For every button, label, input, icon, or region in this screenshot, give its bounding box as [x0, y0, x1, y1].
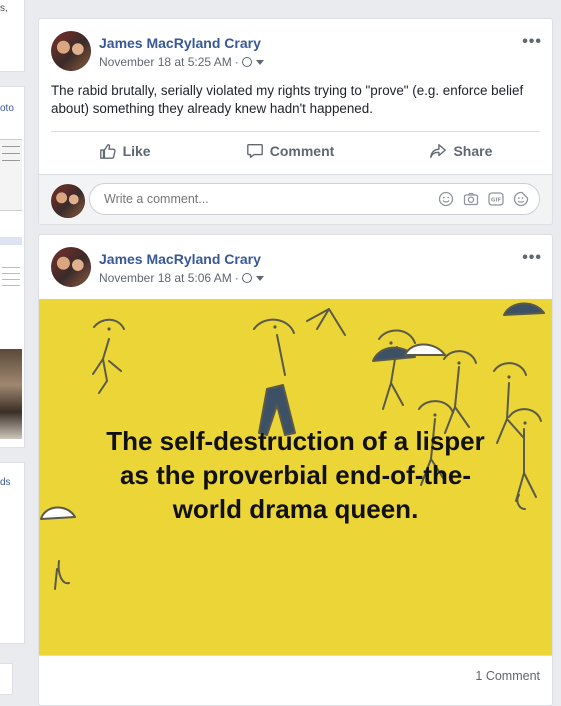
left-thumbnail-blue[interactable]: [0, 237, 22, 245]
post-meta: November 18 at 5:06 AM ·: [99, 271, 264, 285]
like-label: Like: [122, 143, 151, 159]
post-text: The rabid brutally, serially violated my…: [51, 83, 524, 116]
globe-icon[interactable]: [241, 273, 252, 283]
author-avatar[interactable]: [51, 247, 91, 287]
globe-icon[interactable]: [241, 57, 252, 67]
image-caption-line: as the proverbial end-of-the-: [119, 460, 472, 490]
camera-icon[interactable]: [463, 191, 479, 207]
more-options-icon[interactable]: •••: [522, 250, 542, 266]
share-button[interactable]: Share: [429, 142, 492, 160]
post-image[interactable]: The self-destruction of a lisper as the …: [39, 299, 552, 655]
left-thumbnail-photo[interactable]: [0, 349, 22, 439]
author-name[interactable]: James MacRyland Crary: [99, 251, 261, 267]
viewer-avatar[interactable]: [51, 184, 85, 218]
more-options-icon[interactable]: •••: [522, 34, 542, 50]
divider: [51, 131, 540, 132]
image-caption-line: The self-destruction of a lisper: [106, 426, 485, 456]
post-timestamp[interactable]: November 18 at 5:06 AM: [99, 271, 232, 285]
post-meta: November 18 at 5:25 AM ·: [99, 55, 264, 69]
comment-composer: GIF: [39, 174, 552, 224]
left-thumbnail-text[interactable]: [0, 262, 22, 312]
comment-input[interactable]: [102, 191, 406, 207]
like-button[interactable]: Like: [99, 142, 151, 160]
author-avatar[interactable]: [51, 31, 91, 71]
post-card: James MacRyland Crary November 18 at 5:2…: [38, 18, 553, 225]
smiley-icon[interactable]: [438, 191, 454, 207]
chevron-down-icon[interactable]: [255, 59, 264, 65]
left-box-photos: oto: [0, 86, 25, 448]
left-fragment-top: s,: [0, 3, 8, 14]
comment-tools: GIF: [438, 191, 529, 207]
post-footer: 1 Comment: [39, 655, 552, 696]
left-thumbnail-doc[interactable]: [0, 139, 22, 211]
share-arrow-icon: [430, 144, 447, 158]
comment-button[interactable]: Comment: [246, 142, 335, 160]
left-fragment-photo[interactable]: oto: [0, 103, 14, 114]
comments-count-link[interactable]: 1 Comment: [475, 669, 540, 683]
comment-label: Comment: [269, 143, 335, 159]
chevron-down-icon[interactable]: [255, 275, 264, 281]
sticker-icon[interactable]: [513, 191, 529, 207]
image-caption: The self-destruction of a lisper as the …: [59, 424, 532, 526]
gif-icon[interactable]: GIF: [488, 191, 504, 207]
left-box-top: s,: [0, 0, 25, 72]
comment-input-wrapper: GIF: [89, 183, 540, 215]
image-caption-line: world drama queen.: [172, 494, 419, 524]
left-box-bottom: [0, 663, 13, 695]
left-box-lower: ds: [0, 462, 25, 644]
post-card: James MacRyland Crary November 18 at 5:0…: [38, 234, 553, 706]
post-timestamp[interactable]: November 18 at 5:25 AM: [99, 55, 232, 69]
speech-bubble-icon: [246, 144, 263, 158]
author-name[interactable]: James MacRyland Crary: [99, 35, 261, 51]
svg-text:GIF: GIF: [491, 198, 502, 204]
left-column: s, oto ds: [0, 0, 26, 695]
left-fragment-ds[interactable]: ds: [0, 477, 11, 488]
share-label: Share: [453, 143, 493, 159]
thumbs-up-icon: [99, 144, 116, 159]
post-actions: Like Comment Share: [51, 135, 540, 167]
